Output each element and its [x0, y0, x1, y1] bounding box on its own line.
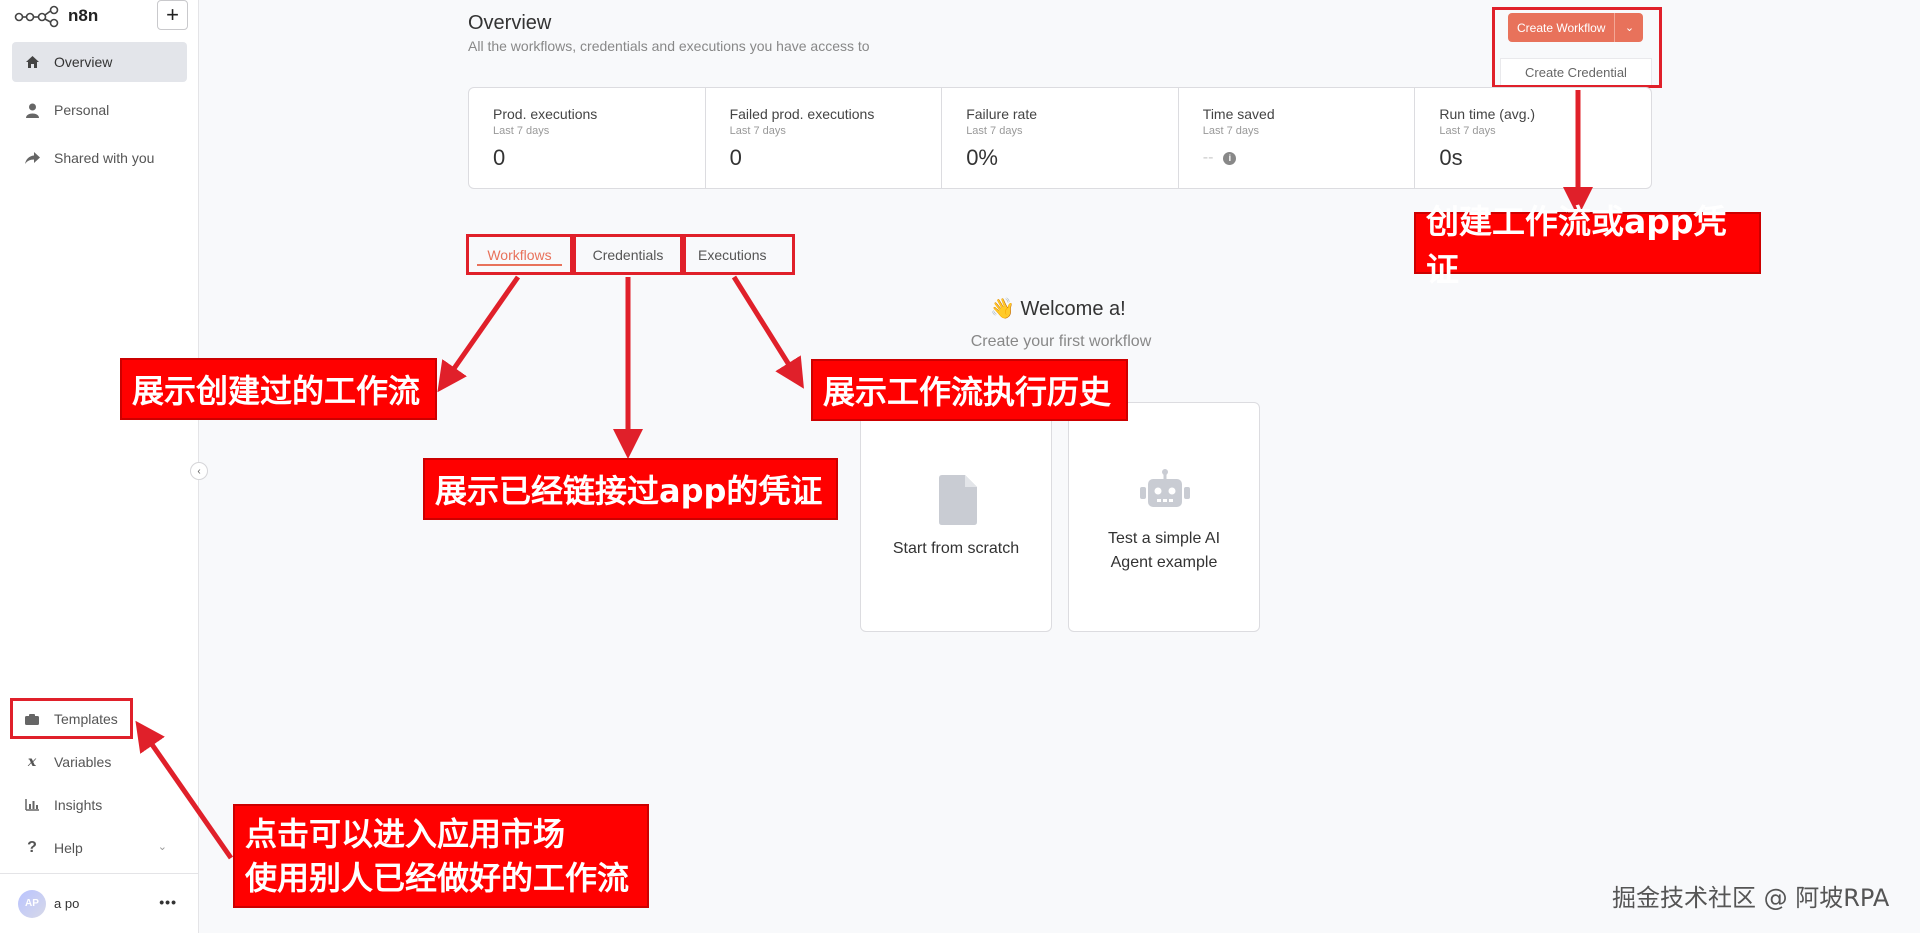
watermark: 掘金技术社区 @ 阿坡RPA — [1612, 884, 1890, 912]
stat-failed-executions[interactable]: Failed prod. executions Last 7 days 0 — [706, 88, 943, 188]
brand[interactable]: n8n — [14, 4, 98, 28]
card-label: Agent example — [1110, 554, 1218, 571]
annotation-templates-line1: 点击可以进入应用市场 — [245, 815, 566, 853]
stat-failure-rate[interactable]: Failure rate Last 7 days 0% — [942, 88, 1179, 188]
tab-label: Workflows — [487, 246, 552, 263]
stat-period: Last 7 days — [1202, 125, 1260, 137]
stat-label: Failure rate — [966, 106, 1037, 122]
tab-label: Executions — [698, 246, 767, 263]
tab-executions[interactable]: Executions — [683, 234, 795, 275]
variables-icon: x — [27, 754, 37, 770]
stat-label: Failed prod. executions — [729, 106, 875, 122]
user-menu[interactable]: AP a po ••• — [0, 873, 199, 933]
sidebar-item-help[interactable]: ? Help ⌄ — [12, 828, 187, 868]
tab-label: Credentials — [592, 246, 664, 263]
stat-value: 0% — [966, 145, 998, 170]
page-title: Overview — [468, 12, 552, 34]
welcome-subtitle: Create your first workflow — [970, 333, 1152, 350]
card-label: Test a simple AI — [1107, 530, 1221, 547]
sidebar-item-insights[interactable]: Insights — [12, 785, 187, 825]
file-icon — [939, 475, 977, 525]
stat-time-saved[interactable]: Time saved Last 7 days -- i — [1179, 88, 1416, 188]
sidebar: n8n + Overview Personal Shared with you … — [0, 0, 199, 933]
arrow-workflows — [437, 275, 521, 393]
tab-workflows[interactable]: Workflows — [466, 234, 573, 275]
sidebar-item-label: Help — [54, 840, 83, 856]
stat-label: Prod. executions — [493, 106, 598, 122]
help-icon: ? — [27, 839, 37, 856]
annotation-executions: 展示工作流执行历史 — [811, 359, 1128, 421]
annotation-box-create — [1492, 7, 1662, 88]
welcome-title: 👋 Welcome a! — [990, 298, 1126, 320]
home-icon — [24, 54, 40, 70]
collapse-sidebar-button[interactable]: ‹ — [190, 462, 208, 480]
user-name: a po — [54, 896, 80, 911]
annotation-templates-line2: 使用别人已经做好的工作流 — [245, 859, 630, 897]
insights-icon — [24, 797, 40, 813]
user-icon — [24, 102, 40, 118]
stat-value: 0s — [1439, 145, 1463, 170]
start-from-scratch-card[interactable]: Start from scratch — [860, 402, 1052, 632]
sidebar-item-overview[interactable]: Overview — [12, 42, 187, 82]
share-icon — [24, 150, 40, 166]
stat-period: Last 7 days — [493, 125, 550, 137]
tabs: Workflows Credentials Executions — [466, 234, 795, 275]
annotation-workflows: 展示创建过的工作流 — [120, 358, 437, 420]
chevron-down-icon: ⌄ — [157, 841, 167, 853]
sidebar-item-shared[interactable]: Shared with you — [12, 138, 187, 178]
n8n-logo-icon — [14, 5, 59, 28]
stat-run-time[interactable]: Run time (avg.) Last 7 days 0s — [1415, 88, 1651, 188]
sidebar-item-label: Personal — [54, 102, 110, 118]
ai-agent-example-card[interactable]: Test a simple AI Agent example — [1068, 402, 1260, 632]
robot-icon — [1140, 469, 1190, 507]
stat-period: Last 7 days — [966, 125, 1023, 137]
info-icon[interactable]: i — [1223, 151, 1237, 165]
page-subtitle: All the workflows, credentials and execu… — [468, 38, 870, 54]
annotation-box-templates — [10, 698, 133, 739]
stat-value: -- — [1202, 149, 1214, 166]
annotation-credentials: 展示已经链接过app的凭证 — [423, 458, 838, 520]
avatar: AP — [18, 889, 46, 918]
stats-panel: Prod. executions Last 7 days 0 Failed pr… — [468, 87, 1652, 189]
brand-name: n8n — [68, 6, 99, 25]
stat-value: 0 — [493, 145, 506, 170]
stat-value: 0 — [729, 145, 742, 170]
sidebar-item-variables[interactable]: x Variables — [12, 742, 187, 782]
more-options-icon[interactable]: ••• — [159, 894, 177, 910]
active-tab-underline — [477, 264, 562, 266]
stat-prod-executions[interactable]: Prod. executions Last 7 days 0 — [469, 88, 706, 188]
stat-period: Last 7 days — [729, 125, 786, 137]
sidebar-item-label: Insights — [54, 797, 103, 813]
add-button[interactable]: + — [157, 0, 188, 30]
annotation-create: 创建工作流或app凭证 — [1414, 202, 1761, 289]
sidebar-item-label: Overview — [54, 54, 113, 70]
stat-period: Last 7 days — [1439, 125, 1496, 137]
sidebar-item-label: Variables — [54, 754, 112, 770]
sidebar-item-label: Shared with you — [54, 150, 155, 166]
stat-value-wrap: -- i — [1203, 149, 1415, 167]
annotation-templates: 点击可以进入应用市场 使用别人已经做好的工作流 — [233, 804, 649, 908]
stat-label: Time saved — [1202, 106, 1275, 122]
tab-credentials[interactable]: Credentials — [573, 234, 683, 275]
arrow-executions — [731, 275, 804, 389]
sidebar-item-personal[interactable]: Personal — [12, 90, 187, 130]
card-label: Start from scratch — [892, 540, 1020, 557]
stat-label: Run time (avg.) — [1439, 106, 1536, 122]
